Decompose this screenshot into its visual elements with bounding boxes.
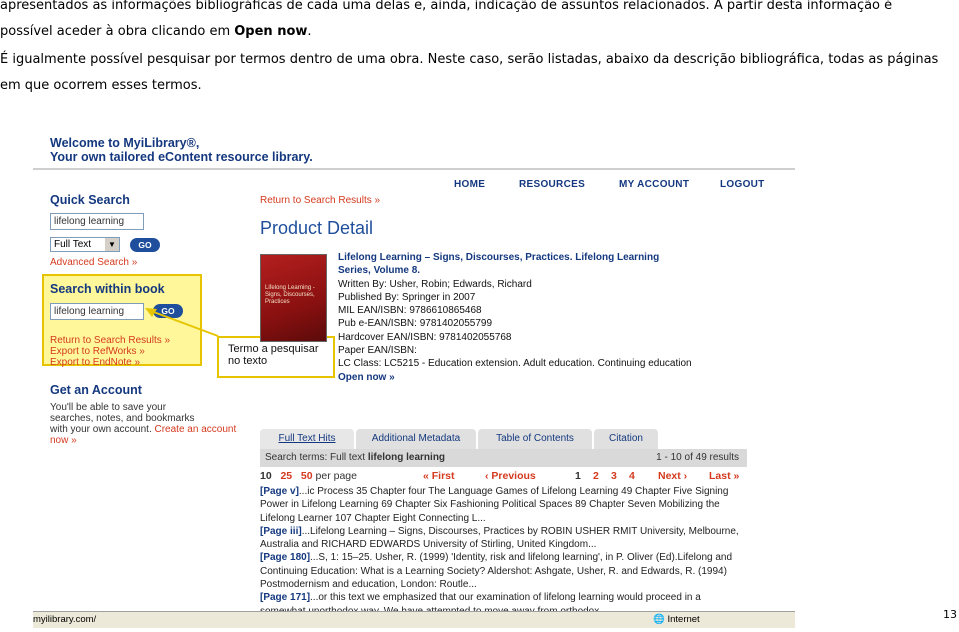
para1-line2-post: . [307, 24, 312, 39]
per-page-50[interactable]: 50 [301, 470, 313, 482]
status-zone: 🌐 Internet [653, 612, 700, 628]
paper-ean: Paper EAN/ISBN: [338, 345, 417, 357]
advanced-search-link[interactable]: Advanced Search » [50, 257, 137, 268]
paragraph-2: É igualmente possível pesquisar por term… [0, 47, 955, 99]
pager-page-1[interactable]: 1 [575, 469, 581, 483]
book-title-1: Lifelong Learning – Signs, Discourses, P… [338, 252, 660, 263]
status-url: myilibrary.com/ [33, 614, 97, 625]
pager-page-4[interactable]: 4 [629, 469, 635, 483]
product-detail-title: Product Detail [260, 218, 374, 238]
para1-line2-pre: possível aceder à obra clicando em [0, 24, 235, 39]
search-within-input[interactable]: lifelong learning [50, 303, 144, 320]
result-text: ...S, 1: 15–25. Usher, R. (1999) 'Identi… [260, 552, 733, 591]
quick-search-title: Quick Search [50, 193, 130, 207]
quick-search-input[interactable]: lifelong learning [50, 213, 144, 230]
pager-next[interactable]: Next › [658, 469, 687, 483]
result-page-link[interactable]: [Page iii] [260, 526, 302, 537]
main-content: Return to Search Results » Product Detai… [253, 171, 795, 628]
book-title-2: Series, Volume 8. [338, 265, 421, 277]
tab-full-text-hits[interactable]: Full Text Hits [260, 429, 354, 449]
cover-text: Lifelong Learning - Signs, Discourses, P… [265, 285, 315, 305]
search-type-value: Full Text [54, 239, 92, 250]
pub-ean: Pub e-EAN/ISBN: 9781402055799 [338, 318, 492, 330]
search-within-title: Search within book [50, 282, 165, 296]
export-endnote-link[interactable]: Export to EndNote » [50, 357, 140, 368]
para2-line1: É igualmente possível pesquisar por term… [0, 52, 939, 67]
pager-previous[interactable]: ‹ Previous [485, 469, 536, 483]
pager-first[interactable]: « First [423, 469, 455, 483]
welcome-line-1: Welcome to MyiLibrary®, [50, 136, 200, 150]
result-item: [Page iii]...Lifelong Learning – Signs, … [260, 525, 747, 552]
result-text: ...ic Process 35 Chapter four The Langua… [260, 486, 729, 524]
status-zone-label: Internet [667, 614, 700, 625]
results-count: 1 - 10 of 49 results [656, 452, 739, 463]
per-page-25[interactable]: 25 [280, 470, 292, 482]
para1-line1: apresentados as informações bibliográfic… [0, 0, 893, 13]
open-now-link[interactable]: Open now » [338, 371, 793, 384]
welcome-line-2: Your own tailored eContent resource libr… [50, 150, 313, 164]
get-account-title: Get an Account [50, 383, 142, 397]
result-page-link[interactable]: [Page 171] [260, 592, 310, 603]
per-page-10[interactable]: 10 [260, 470, 272, 482]
embedded-screenshot: Welcome to MyiLibrary®, Your own tailore… [33, 131, 795, 628]
search-terms-value: lifelong learning [367, 452, 446, 463]
account-text-1: You'll be able to save your [50, 402, 167, 413]
tab-additional-metadata[interactable]: Additional Metadata [356, 429, 476, 449]
tab-table-of-contents[interactable]: Table of Contents [478, 429, 592, 449]
lc-class: LC Class: LC5215 - Education extension. … [338, 358, 692, 370]
account-text-3: with your own account. Create an account… [50, 424, 240, 446]
quick-search-go-button[interactable]: GO [130, 238, 160, 252]
result-text: ...Lifelong Learning – Signs, Discourses… [260, 525, 739, 551]
main-return-link[interactable]: Return to Search Results » [260, 195, 380, 206]
result-page-link[interactable]: [Page 180] [260, 552, 310, 563]
book-cover[interactable]: Lifelong Learning - Signs, Discourses, P… [260, 254, 327, 342]
chevron-down-icon: ▼ [105, 238, 119, 251]
globe-icon: 🌐 [653, 614, 665, 625]
search-type-select[interactable]: Full Text ▼ [50, 237, 120, 252]
published-by: Published By: Springer in 2007 [338, 291, 476, 303]
written-by: Written By: Usher, Robin; Edwards, Richa… [338, 278, 532, 290]
pager-page-2[interactable]: 2 [593, 469, 599, 483]
result-page-link[interactable]: [Page v] [260, 486, 299, 497]
open-now-mention: Open now [234, 24, 308, 39]
book-info: Lifelong Learning – Signs, Discourses, P… [338, 251, 793, 384]
paragraph-1: apresentados as informações bibliográfic… [0, 0, 955, 45]
export-refworks-link[interactable]: Export to RefWorks » [50, 346, 145, 357]
mil-ean: MIL EAN/ISBN: 9786610865468 [338, 305, 482, 317]
results-list: [Page v]...ic Process 35 Chapter four Th… [260, 485, 747, 618]
welcome-header: Welcome to MyiLibrary®, Your own tailore… [50, 136, 313, 164]
account-text-3-span: with your own account. [50, 424, 152, 435]
pager-last[interactable]: Last » [709, 469, 739, 483]
para2-line2: em que ocorrem esses termos. [0, 78, 202, 93]
search-terms-bar: Search terms: Full text lifelong learnin… [260, 449, 747, 467]
search-terms-label: Search terms: Full text [265, 452, 368, 463]
page-number: 13 [943, 608, 957, 621]
pager: 10 25 50 per page « First ‹ Previous 1 2… [260, 469, 747, 483]
tab-citation[interactable]: Citation [594, 429, 658, 449]
callout-arrow-icon [145, 308, 219, 337]
result-item: [Page 180]...S, 1: 15–25. Usher, R. (199… [260, 551, 747, 591]
per-page-label: per page [315, 470, 357, 482]
header-divider [33, 168, 795, 170]
pager-page-3[interactable]: 3 [611, 469, 617, 483]
result-item: [Page v]...ic Process 35 Chapter four Th… [260, 485, 747, 525]
account-text-2: searches, notes, and bookmarks [50, 413, 195, 424]
sidebar: Quick Search lifelong learning Full Text… [33, 171, 248, 628]
browser-status-bar: myilibrary.com/ 🌐 Internet [33, 611, 795, 628]
hardcover-ean: Hardcover EAN/ISBN: 9781402055768 [338, 331, 512, 343]
